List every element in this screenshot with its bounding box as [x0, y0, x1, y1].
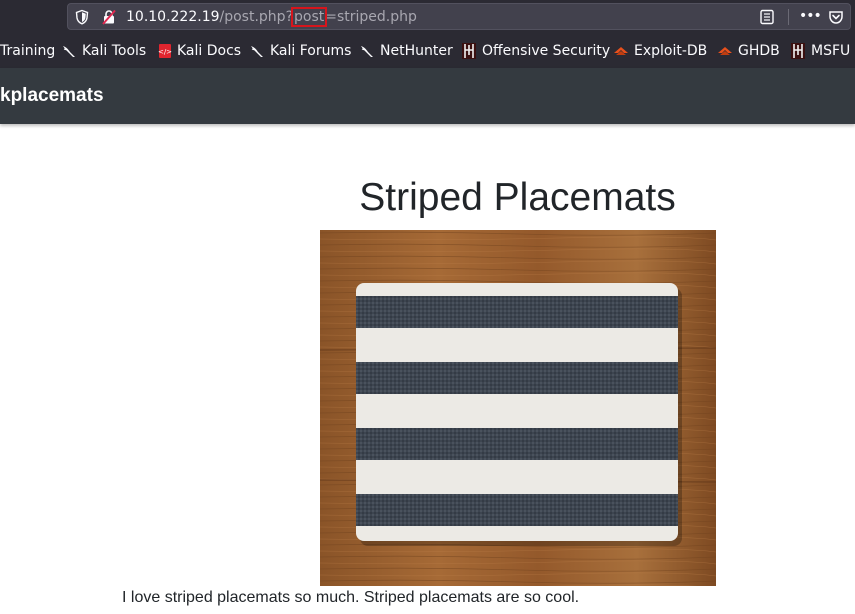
- site-navbar: kplacemats: [0, 68, 855, 124]
- bookmark-offensive-security[interactable]: Offensive Security: [461, 34, 610, 68]
- tracking-protection-icon[interactable]: [74, 9, 90, 25]
- bookmark-label: Kali Tools: [82, 43, 147, 59]
- url-host: 10.10.222.19: [126, 9, 220, 25]
- kali-dragon-icon: [251, 46, 263, 57]
- urlbar-separator: [788, 9, 789, 25]
- bookmark-ghdb[interactable]: GHDB: [717, 34, 780, 68]
- bookmarks-toolbar: Training Kali Tools </> Kali Docs Kali F…: [0, 34, 855, 68]
- offsec-icon: [791, 43, 805, 59]
- bookmark-nethunter[interactable]: NetHunter: [359, 34, 453, 68]
- address-bar[interactable]: 10.10.222.19/post.php?post=striped.php •…: [67, 3, 851, 30]
- bookmark-label: NetHunter: [380, 43, 453, 59]
- reader-view-icon[interactable]: [759, 9, 775, 25]
- url-text[interactable]: 10.10.222.19/post.php?post=striped.php: [126, 4, 417, 31]
- pocket-icon[interactable]: [828, 9, 844, 25]
- post-title: Striped Placemats: [359, 176, 676, 219]
- bookmark-label: Kali Forums: [270, 43, 352, 59]
- kali-docs-icon: </>: [158, 44, 172, 58]
- bookmark-training[interactable]: Training: [0, 34, 55, 68]
- bookmark-label: Exploit-DB: [634, 43, 708, 59]
- kali-dragon-icon: [63, 46, 75, 57]
- kali-dragon-icon: [361, 46, 373, 57]
- svg-text:</>: </>: [158, 48, 172, 56]
- exploitdb-icon: [718, 47, 732, 55]
- bookmark-label: Kali Docs: [177, 43, 242, 59]
- offsec-icon: [462, 43, 476, 59]
- insecure-connection-icon[interactable]: [101, 9, 117, 25]
- bookmark-exploit-db[interactable]: Exploit-DB: [613, 34, 707, 68]
- exploitdb-icon: [614, 47, 628, 55]
- url-param-value: =striped.php: [325, 9, 417, 25]
- bookmark-kali-forums[interactable]: Kali Forums: [249, 34, 351, 68]
- browser-toolbar: 10.10.222.19/post.php?post=striped.php •…: [0, 0, 855, 34]
- post-body: I love striped placemats so much. Stripe…: [122, 589, 580, 606]
- striped-placemat-image: [320, 230, 716, 586]
- url-path: /post.php?: [219, 9, 293, 25]
- bookmark-label: Training: [0, 43, 56, 59]
- page-actions-icon[interactable]: •••: [799, 6, 822, 26]
- site-brand-link[interactable]: kplacemats: [0, 68, 104, 124]
- bookmark-msfu[interactable]: MSFU: [790, 34, 850, 68]
- url-highlighted-param: post: [290, 7, 328, 27]
- bookmark-kali-docs[interactable]: </> Kali Docs: [158, 34, 241, 68]
- bookmark-label: MSFU: [811, 43, 851, 59]
- bookmark-label: Offensive Security: [482, 43, 611, 59]
- bookmark-kali-tools[interactable]: Kali Tools: [61, 34, 146, 68]
- bookmark-label: GHDB: [738, 43, 780, 59]
